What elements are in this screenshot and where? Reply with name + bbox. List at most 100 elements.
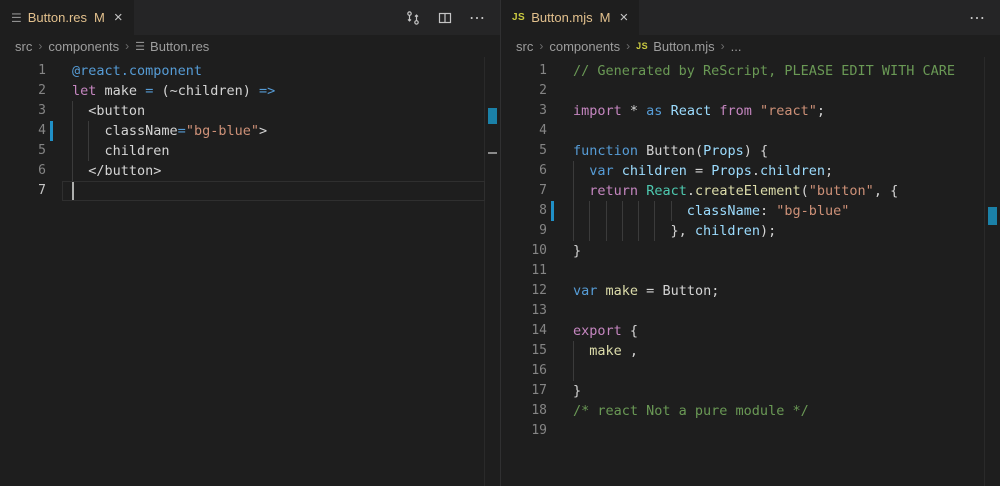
line-number[interactable]: 18 [501, 401, 547, 421]
line-number[interactable]: 19 [501, 421, 547, 441]
line-number[interactable]: 3 [0, 101, 46, 121]
code-text [72, 181, 500, 201]
indent-guide [573, 341, 574, 361]
line-number[interactable]: 15 [501, 341, 547, 361]
line-number[interactable]: 7 [501, 181, 547, 201]
indent-guide [72, 121, 73, 141]
breadcrumb-item[interactable]: ... [731, 39, 742, 54]
line-number[interactable]: 5 [501, 141, 547, 161]
tab-button-res[interactable]: ☰ Button.res M × [0, 0, 134, 35]
code-line[interactable]: 2 [501, 81, 1000, 101]
res-file-icon: ☰ [11, 12, 22, 24]
code-line[interactable]: 12 var make = Button; [501, 281, 1000, 301]
code-line[interactable]: 16 [501, 361, 1000, 381]
overview-ruler-border [484, 57, 485, 486]
code-line[interactable]: 7 [0, 181, 500, 201]
line-number[interactable]: 16 [501, 361, 547, 381]
breadcrumb-item[interactable]: JSButton.mjs [636, 39, 714, 54]
code-line[interactable]: 10} [501, 241, 1000, 261]
code-text [573, 361, 1000, 381]
line-number[interactable]: 5 [0, 141, 46, 161]
code-line[interactable]: 8 className: "bg-blue" [501, 201, 1000, 221]
code-text: } [573, 381, 1000, 401]
open-changes-icon[interactable] [405, 10, 421, 26]
indent-guide [589, 221, 590, 241]
line-number[interactable]: 2 [501, 81, 547, 101]
code-text [573, 421, 1000, 441]
line-number[interactable]: 14 [501, 321, 547, 341]
breadcrumb: src›components›JSButton.mjs›... [501, 35, 1000, 57]
modified-badge: M [600, 10, 611, 25]
breadcrumb-separator-icon: › [125, 39, 129, 53]
code-line[interactable]: 18/* react Not a pure module */ [501, 401, 1000, 421]
code-text [573, 121, 1000, 141]
code-line[interactable]: 1// Generated by ReScript, PLEASE EDIT W… [501, 61, 1000, 81]
code-line[interactable]: 7 return React.createElement("button", { [501, 181, 1000, 201]
code-line[interactable]: 19 [501, 421, 1000, 441]
code-line[interactable]: 14export { [501, 321, 1000, 341]
line-number[interactable]: 12 [501, 281, 547, 301]
code-line[interactable]: 17} [501, 381, 1000, 401]
more-actions-icon[interactable]: ⋯ [969, 8, 986, 28]
close-icon[interactable]: × [114, 10, 123, 25]
code-text [573, 301, 1000, 321]
indent-guide [72, 101, 73, 121]
code-line[interactable]: 2let make = (~children) => [0, 81, 500, 101]
tab-label: Button.res [28, 10, 87, 25]
more-actions-icon[interactable]: ⋯ [469, 8, 486, 28]
breadcrumb-label: Button.mjs [653, 39, 714, 54]
line-number[interactable]: 13 [501, 301, 547, 321]
breadcrumb-item[interactable]: src [516, 39, 533, 54]
split-editor-icon[interactable] [437, 10, 453, 26]
indent-guide [654, 221, 655, 241]
indent-guide [573, 181, 574, 201]
indent-guide [72, 161, 73, 181]
breadcrumb-item[interactable]: components [48, 39, 119, 54]
line-number[interactable]: 8 [501, 201, 547, 221]
code-text: make , [573, 341, 1000, 361]
line-number[interactable]: 10 [501, 241, 547, 261]
breadcrumb-item[interactable]: components [549, 39, 620, 54]
line-number[interactable]: 1 [501, 61, 547, 81]
line-number[interactable]: 9 [501, 221, 547, 241]
code-line[interactable]: 4 className="bg-blue"> [0, 121, 500, 141]
line-number[interactable]: 6 [0, 161, 46, 181]
code-text: var make = Button; [573, 281, 1000, 301]
line-number[interactable]: 17 [501, 381, 547, 401]
code-line[interactable]: 6 var children = Props.children; [501, 161, 1000, 181]
breadcrumb-item[interactable]: ☰Button.res [135, 39, 209, 54]
code-line[interactable]: 9 }, children); [501, 221, 1000, 241]
code-line[interactable]: 6 </button> [0, 161, 500, 181]
code-line[interactable]: 3import * as React from "react"; [501, 101, 1000, 121]
code-text: function Button(Props) { [573, 141, 1000, 161]
text-cursor [72, 182, 74, 200]
breadcrumb-item[interactable]: src [15, 39, 32, 54]
code-line[interactable]: 11 [501, 261, 1000, 281]
close-icon[interactable]: × [620, 10, 629, 25]
breadcrumb-label: ... [731, 39, 742, 54]
indent-guide [72, 141, 73, 161]
line-number[interactable]: 11 [501, 261, 547, 281]
line-number[interactable]: 4 [501, 121, 547, 141]
code-line[interactable]: 3 <button [0, 101, 500, 121]
breadcrumb-label: components [549, 39, 620, 54]
code-line[interactable]: 4 [501, 121, 1000, 141]
gutter-modified-indicator [50, 121, 53, 141]
tab-button-mjs[interactable]: JS Button.mjs M × [501, 0, 639, 35]
line-number[interactable]: 6 [501, 161, 547, 181]
line-number[interactable]: 1 [0, 61, 46, 81]
code-line[interactable]: 1@react.component [0, 61, 500, 81]
line-number[interactable]: 3 [501, 101, 547, 121]
indent-guide [573, 161, 574, 181]
editor-group-left: ☰ Button.res M × ⋯ src›com [0, 0, 500, 486]
line-number[interactable]: 7 [0, 181, 46, 201]
line-number[interactable]: 2 [0, 81, 46, 101]
editor-actions: ⋯ [405, 0, 500, 35]
code-line[interactable]: 13 [501, 301, 1000, 321]
overview-ruler-border [984, 57, 985, 486]
code-line[interactable]: 15 make , [501, 341, 1000, 361]
code-line[interactable]: 5 children [0, 141, 500, 161]
modified-badge: M [94, 10, 105, 25]
code-line[interactable]: 5 function Button(Props) { [501, 141, 1000, 161]
line-number[interactable]: 4 [0, 121, 46, 141]
